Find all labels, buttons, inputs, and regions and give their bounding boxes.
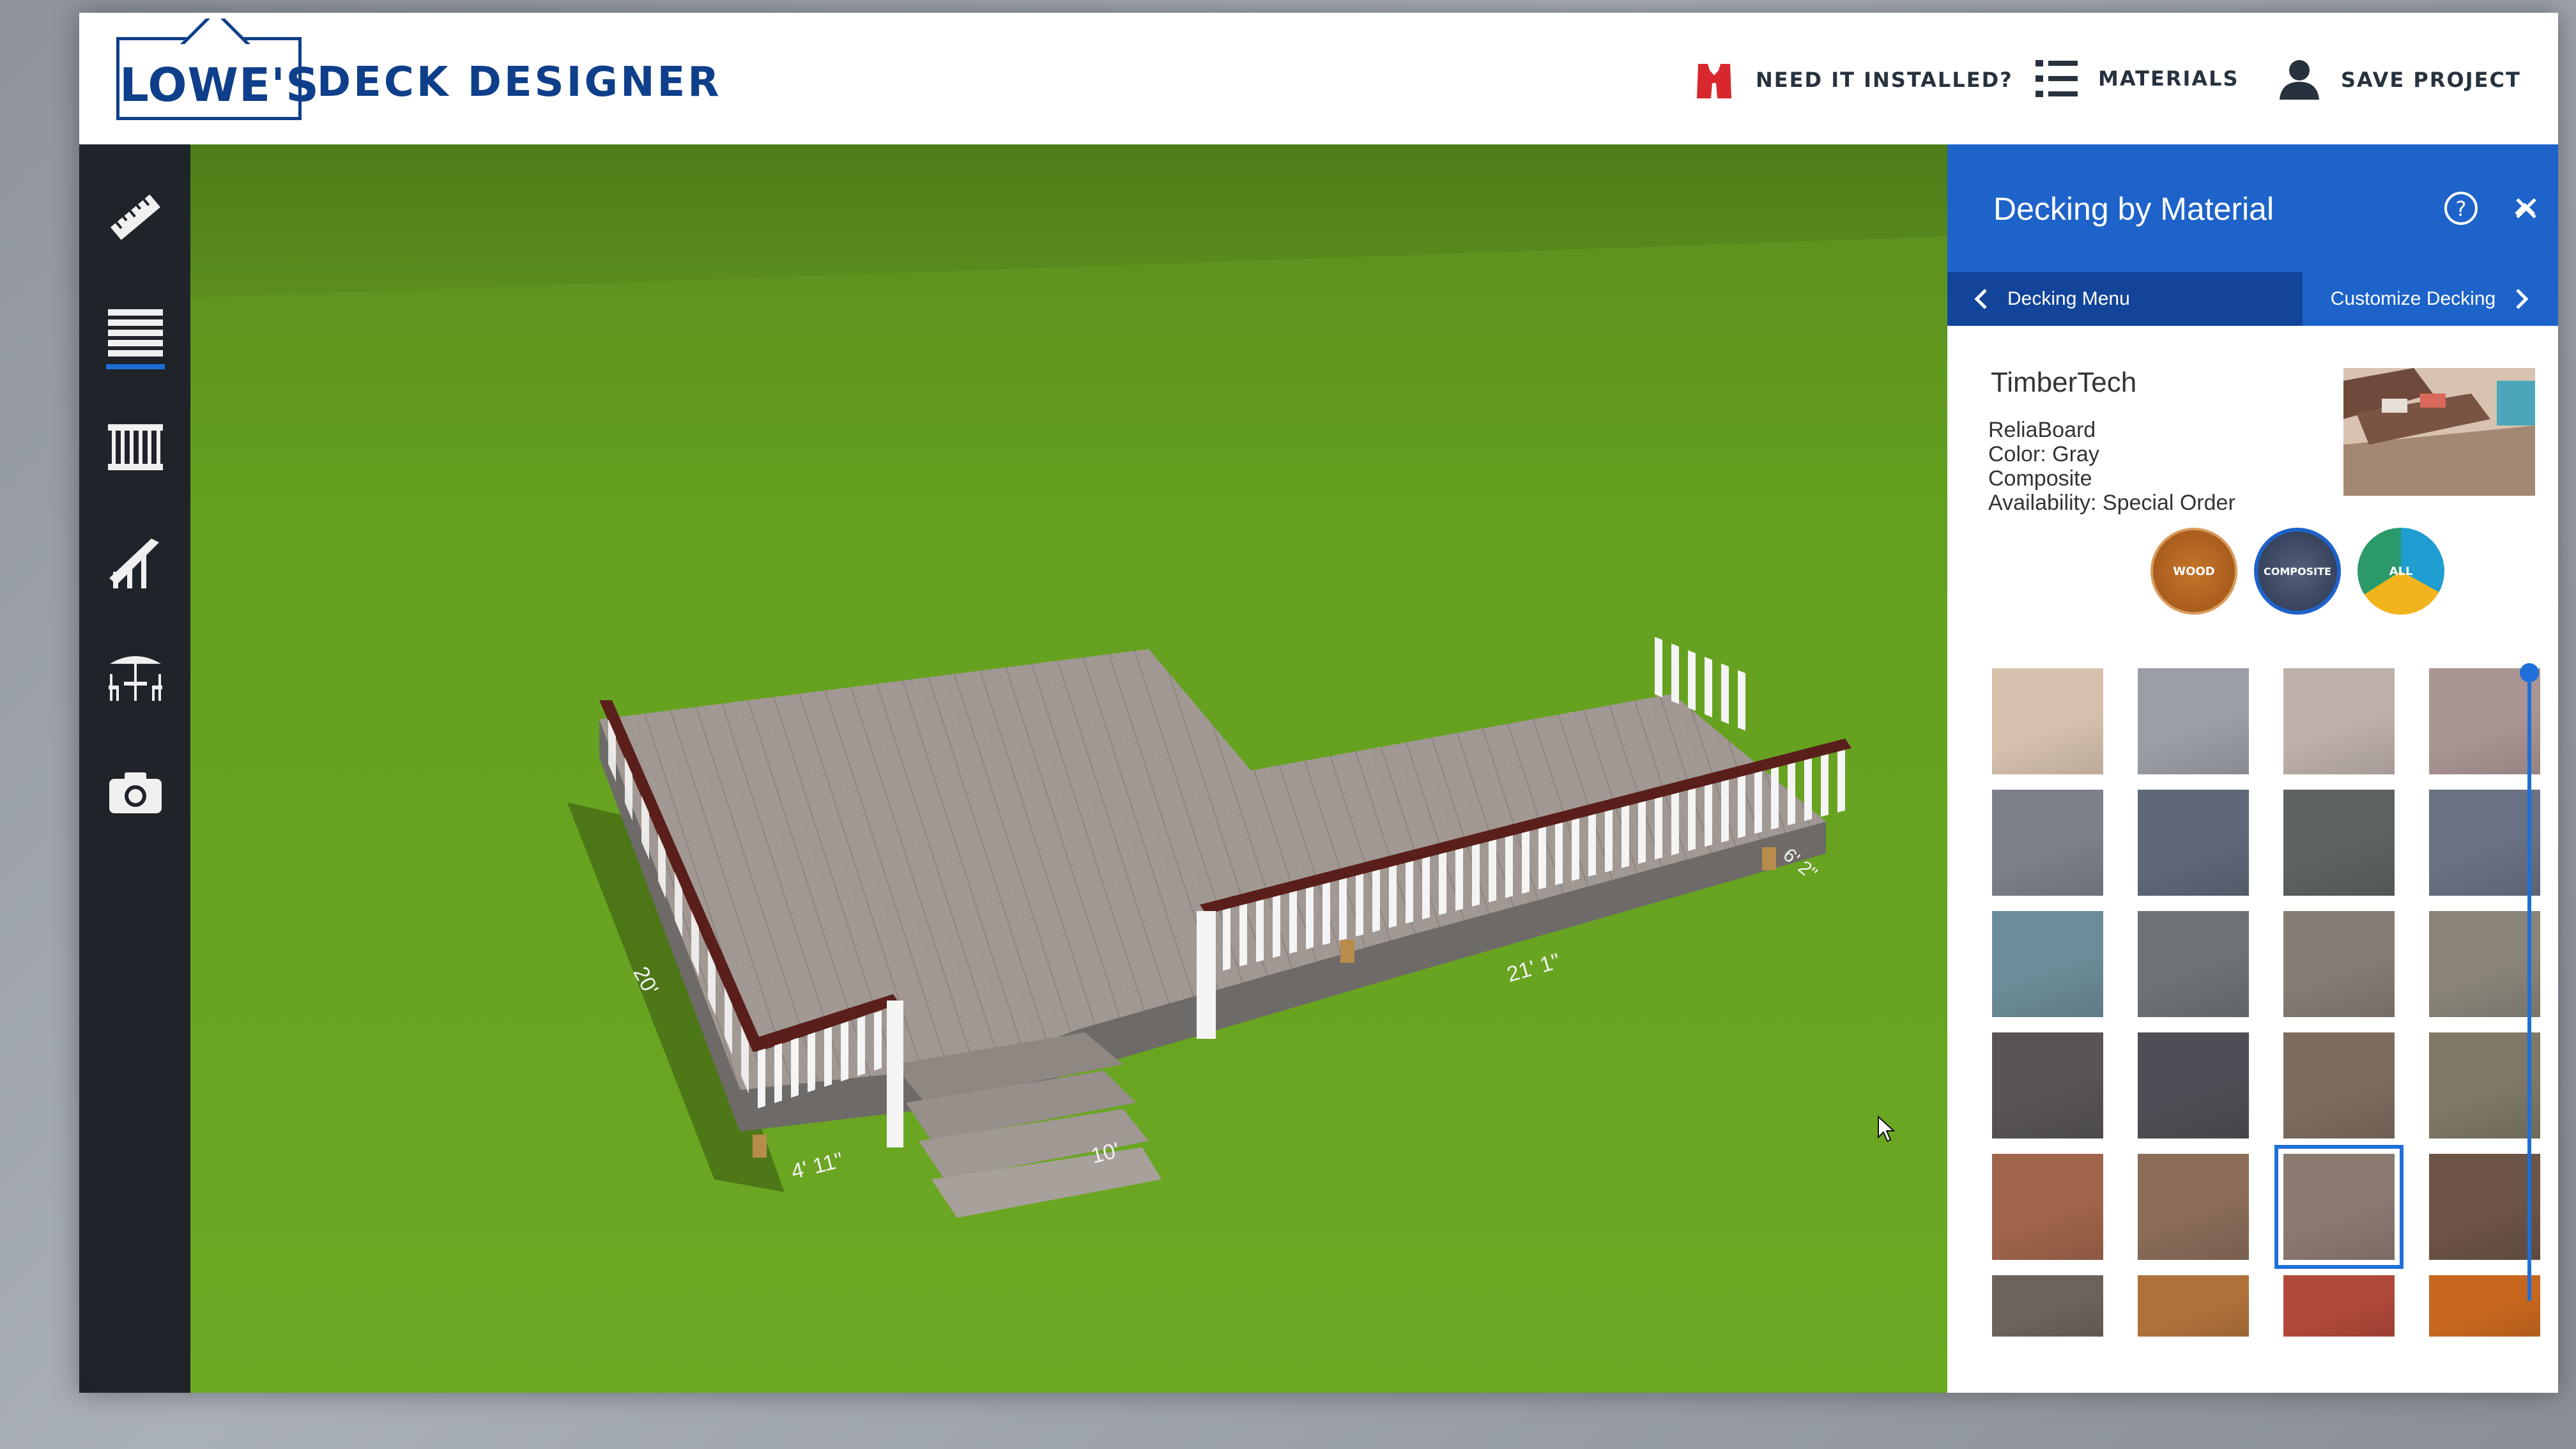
decking-color-swatch[interactable] <box>2429 1154 2540 1260</box>
help-button[interactable]: ? <box>2435 183 2487 234</box>
chevron-right-icon <box>2516 289 2529 309</box>
camera-icon <box>109 772 162 813</box>
product-preview-image <box>2343 368 2535 496</box>
decking-color-swatch[interactable] <box>2138 790 2249 896</box>
decking-color-swatch[interactable] <box>2138 1032 2249 1138</box>
product-preview-scene <box>2343 368 2535 496</box>
wood-filter-label: WOOD <box>2173 564 2215 578</box>
panel-nav: Decking Menu Customize Decking <box>1947 272 2558 326</box>
chevron-left-icon <box>1974 289 1987 309</box>
tool-sidebar <box>79 144 190 1393</box>
logo-roof-icon <box>158 19 266 44</box>
decking-color-swatch[interactable] <box>1992 1275 2103 1337</box>
list-icon <box>2035 60 2078 97</box>
save-project-label: SAVE PROJECT <box>2341 68 2521 92</box>
need-installed-button[interactable]: NEED IT INSTALLED? <box>1692 57 2013 102</box>
decking-color-swatch[interactable] <box>2429 668 2540 774</box>
decking-color-swatch[interactable] <box>2138 668 2249 774</box>
save-project-button[interactable]: SAVE PROJECT <box>2277 57 2521 102</box>
panel-header: Decking by Material ? <box>1947 144 2558 272</box>
product-material: Composite <box>1988 466 2092 491</box>
swatch-scrollbar[interactable] <box>2527 675 2531 1301</box>
product-availability: Availability: Special Order <box>1988 491 2235 515</box>
support-post <box>753 1135 767 1158</box>
decking-color-swatch[interactable] <box>2138 911 2249 1017</box>
close-icon <box>2516 198 2536 218</box>
app-header: LOWE'S DECK DESIGNER NEED IT INSTALLED? … <box>79 13 2558 147</box>
decking-color-swatch[interactable] <box>2283 668 2395 774</box>
product-line: ReliaBoard <box>1988 418 2096 442</box>
installer-vest-icon <box>1697 64 1731 98</box>
decking-color-swatch[interactable] <box>2283 911 2395 1017</box>
decking-color-swatch[interactable] <box>2429 1275 2540 1337</box>
ruler-icon <box>111 194 160 240</box>
patio-furniture-icon <box>109 656 162 701</box>
decking-color-swatch[interactable] <box>2283 1032 2395 1138</box>
decking-color-swatch[interactable] <box>2274 1145 2404 1269</box>
need-installed-label: NEED IT INSTALLED? <box>1756 68 2013 92</box>
mouse-cursor-icon <box>1878 1116 1896 1142</box>
lowes-logo[interactable]: LOWE'S <box>116 37 320 120</box>
logo-text: LOWE'S <box>119 58 320 112</box>
decking-menu-label: Decking Menu <box>2007 288 2130 309</box>
composite-filter-button[interactable]: COMPOSITE <box>2254 528 2341 615</box>
decking-color-swatch[interactable] <box>2283 790 2395 896</box>
decking-color-swatch[interactable] <box>2429 1032 2540 1138</box>
help-icon: ? <box>2444 192 2478 225</box>
decking-color-swatch[interactable] <box>2283 1275 2395 1337</box>
close-panel-button[interactable] <box>2501 183 2552 234</box>
panel-title: Decking by Material <box>1993 191 2274 227</box>
wood-filter-button[interactable]: WOOD <box>2150 528 2237 615</box>
decking-color-swatch[interactable] <box>1992 1154 2103 1260</box>
all-filter-label: ALL <box>2389 564 2413 578</box>
decking-color-swatch[interactable] <box>2429 790 2540 896</box>
product-brand: TimberTech <box>1991 367 2137 398</box>
stair-post <box>887 1000 903 1147</box>
decking-panel: Decking by Material ? Decking Menu Custo… <box>1947 144 2558 1393</box>
all-filter-button[interactable]: ALL <box>2358 528 2444 615</box>
camera-tool-button[interactable] <box>101 758 170 827</box>
decking-color-swatch[interactable] <box>2138 1154 2249 1260</box>
decking-color-swatch[interactable] <box>2138 1275 2249 1337</box>
decking-color-swatch[interactable] <box>2429 911 2540 1017</box>
deck-model[interactable] <box>190 144 1947 1393</box>
railing-icon <box>108 424 163 470</box>
support-post <box>1762 847 1776 870</box>
decking-color-swatch[interactable] <box>1992 911 2103 1017</box>
materials-label: MATERIALS <box>2098 66 2239 91</box>
customize-decking-label: Customize Decking <box>2330 288 2496 309</box>
app-title: DECK DESIGNER <box>317 59 722 106</box>
decking-icon <box>108 309 163 356</box>
product-color: Color: Gray <box>1988 442 2099 466</box>
decking-color-swatch[interactable] <box>1992 668 2103 774</box>
user-icon <box>2280 60 2319 100</box>
decking-color-swatch[interactable] <box>1992 1032 2103 1138</box>
decking-menu-link[interactable]: Decking Menu <box>1973 272 2130 326</box>
measure-tool-button[interactable] <box>101 183 170 252</box>
support-post <box>1340 940 1354 963</box>
railing-tool-button[interactable] <box>101 413 170 482</box>
customize-decking-link[interactable]: Customize Decking <box>2303 272 2558 326</box>
deck-3d-viewport[interactable]: 20' 4' 11" 10' 21' 1" 6' 2" <box>190 144 1947 1393</box>
svg-text:?: ? <box>2456 197 2467 221</box>
materials-button[interactable]: MATERIALS <box>2034 57 2239 100</box>
swatch-scroll-thumb[interactable] <box>2520 663 2539 682</box>
app-window: LOWE'S DECK DESIGNER NEED IT INSTALLED? … <box>79 13 2558 1393</box>
stairs-tool-button[interactable] <box>101 528 170 597</box>
stair-post <box>1197 911 1216 1039</box>
stairs-icon <box>109 539 159 588</box>
composite-filter-label: COMPOSITE <box>2264 565 2331 578</box>
decking-color-swatch[interactable] <box>1992 790 2103 896</box>
furniture-tool-button[interactable] <box>101 643 170 712</box>
decking-tool-button[interactable] <box>101 298 170 369</box>
